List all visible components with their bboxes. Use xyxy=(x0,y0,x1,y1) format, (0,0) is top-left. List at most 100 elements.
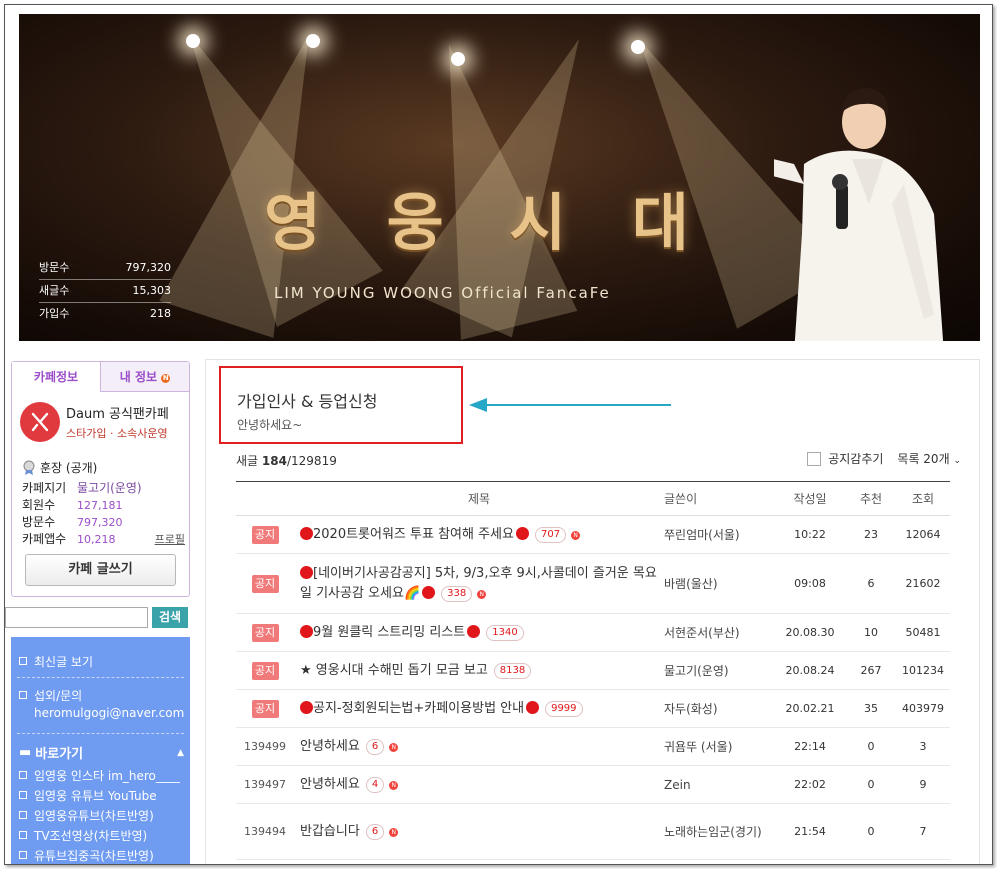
board-title: 가입인사 & 등업신청 xyxy=(237,392,378,411)
profile-link[interactable]: 프로필 xyxy=(155,531,185,548)
new-badge-icon: N xyxy=(571,530,581,540)
post-author[interactable]: 물고기(운영) xyxy=(664,651,774,690)
post-author[interactable]: 서현준서(부산) xyxy=(664,613,774,652)
board-panel: 가입인사 & 등업신청 안녕하세요~ 새글 184/129819 공지감추기 목… xyxy=(205,359,980,864)
post-number: 139494 xyxy=(236,803,294,860)
post-title-link[interactable]: 반갑습니다 xyxy=(300,824,360,839)
post-date: 20.02.21 xyxy=(774,689,846,728)
comment-count[interactable]: 1340 xyxy=(486,624,524,641)
menu-link[interactable]: TV조선영상(차트반영) xyxy=(19,827,147,844)
board-description: 안녕하세요~ xyxy=(237,418,303,432)
menu-link[interactable]: 임영웅유튜브(차트반영) xyxy=(19,807,154,824)
cafe-info-list: 카페지기 물고기(운영) 회원수 127,181 방문수 797,320 카페앱수 10… xyxy=(22,480,185,548)
post-recommend: 0 xyxy=(846,803,896,860)
notice-row[interactable]: 공지 9월 원클릭 스트리밍 리스트 1340 서현준서(부산) 20.08.30 10 5… xyxy=(236,613,950,652)
menu-square-icon xyxy=(19,811,27,819)
post-author[interactable]: 쭈린엄마(서울) xyxy=(664,515,774,554)
menu-square-icon xyxy=(19,851,27,859)
post-title-link[interactable]: 안녕하세요 xyxy=(300,777,360,792)
post-views: 21602 xyxy=(896,553,950,614)
cafe-banner: 영 웅 시 대 LIM YOUNG WOONG Official FancaFe… xyxy=(19,14,980,341)
post-title-link[interactable]: 9월 원클릭 스트리밍 리스트 xyxy=(313,625,465,640)
post-date: 20.08.24 xyxy=(774,651,846,690)
post-date: 22:14 xyxy=(774,727,846,766)
comment-count[interactable]: 9999 xyxy=(545,700,583,717)
stage-light-icon xyxy=(186,34,200,48)
post-views: 50481 xyxy=(896,613,950,652)
post-views: 101234 xyxy=(896,651,950,690)
notice-row[interactable]: 공지 [네이버기사공감공지] 5차, 9/3,오후 9시,사콜데이 즐거운 목요일… xyxy=(236,553,950,614)
post-recommend: 0 xyxy=(846,765,896,804)
post-author[interactable]: 바램(울산) xyxy=(664,553,774,614)
post-number: 139499 xyxy=(236,727,294,766)
post-count: 새글 184/129819 xyxy=(236,454,337,468)
menu-link[interactable]: 임영웅 인스타 im_hero____ xyxy=(19,767,180,784)
post-table: 제목 글쓴이 작성일 추천 조회 공지 2020트롯어워즈 투표 참여해 주세요 7… xyxy=(236,481,950,860)
screenshot-frame: 영 웅 시 대 LIM YOUNG WOONG Official FancaFe… xyxy=(4,4,993,865)
hide-notice-checkbox[interactable] xyxy=(807,451,822,466)
sidebar-menu: 최신글 보기 섭외/문의 heromulgogi@naver.com ▬ 바로가기 ▲… xyxy=(11,637,190,864)
post-date: 20.08.30 xyxy=(774,613,846,652)
table-row[interactable]: 139499 안녕하세요 6 N 귀욤뚜 (서울) 22:14 0 3 xyxy=(236,727,950,766)
post-author[interactable]: 귀욤뚜 (서울) xyxy=(664,727,774,766)
stat-row: 가입수 218 xyxy=(39,307,171,320)
comment-count[interactable]: 707 xyxy=(534,526,567,543)
table-row[interactable]: 139497 안녕하세요 4 N Zein 22:02 0 9 xyxy=(236,765,950,804)
table-row[interactable]: 139494 반갑습니다 6 N 노래하는임군(경기) 21:54 0 7 xyxy=(236,803,950,860)
post-number: 139497 xyxy=(236,765,294,804)
list-size-dropdown[interactable]: 목록 20개 ⌄ xyxy=(897,450,961,467)
post-title-link[interactable]: ★ 영웅시대 수해민 돕기 모금 보고 xyxy=(300,663,488,678)
post-recommend: 267 xyxy=(846,651,896,690)
post-views: 9 xyxy=(896,765,950,804)
post-title-link[interactable]: 2020트롯어워즈 투표 참여해 주세요 xyxy=(313,527,514,542)
shortcut-header[interactable]: ▬ 바로가기 ▲ xyxy=(19,743,184,762)
new-badge-icon: N xyxy=(161,374,171,383)
cafe-logo-icon xyxy=(20,402,60,442)
notice-badge: 공지 xyxy=(251,699,279,718)
cafe-subtitle[interactable]: 스타가입 · 소속사운영 xyxy=(66,425,169,441)
notice-row[interactable]: 공지 공지-정회원되는법+카페이용방법 안내 9999 자두(화성) 20.02.21 3… xyxy=(236,689,950,728)
red-circle-icon xyxy=(300,624,313,638)
tab-cafe-info[interactable]: 카페정보 xyxy=(12,362,100,392)
comment-count[interactable]: 8138 xyxy=(493,662,532,679)
notice-row[interactable]: 공지 ★ 영웅시대 수해민 돕기 모금 보고 8138 물고기(운영) 20.08.24… xyxy=(236,651,950,690)
cafe-name: Daum 공식팬카페 xyxy=(66,407,169,422)
post-title-link[interactable]: 안녕하세요 xyxy=(300,739,360,754)
cafe-identity: Daum 공식팬카페 스타가입 · 소속사운영 xyxy=(20,402,169,442)
red-circle-icon xyxy=(515,526,529,540)
post-title-link[interactable]: 공지-정회원되는법+카페이용방법 안내 xyxy=(313,701,524,716)
cafe-info-panel: 카페정보 내 정보 N Daum 공식팬카페 스타가입 · 소속사운영 훈장 (… xyxy=(11,361,190,597)
stat-row: 새글수 15,303 xyxy=(39,280,171,303)
write-post-button[interactable]: 카페 글쓰기 xyxy=(25,554,176,586)
menu-link[interactable]: 유튜브집중곡(차트반영) xyxy=(19,847,154,864)
new-badge-icon: N xyxy=(389,742,399,752)
comment-count[interactable]: 6 xyxy=(365,823,385,840)
menu-link[interactable]: 임영웅 유튜브 YouTube xyxy=(19,787,157,804)
menu-item-recent[interactable]: 최신글 보기 xyxy=(19,653,93,670)
menu-square-icon xyxy=(19,791,27,799)
col-date: 작성일 xyxy=(774,481,846,516)
comment-count[interactable]: 6 xyxy=(365,738,385,755)
search-button[interactable]: 검색 xyxy=(152,607,188,628)
notice-badge: 공지 xyxy=(251,661,279,680)
hide-notice-label[interactable]: 공지감추기 xyxy=(828,450,883,467)
banner-subtitle: LIM YOUNG WOONG Official FancaFe xyxy=(274,284,611,302)
post-author[interactable]: 노래하는임군(경기) xyxy=(664,803,774,860)
dash-icon: ▬ xyxy=(19,745,32,760)
notice-row[interactable]: 공지 2020트롯어워즈 투표 참여해 주세요 707 N 쭈린엄마(서울) 10:22 2… xyxy=(236,515,950,554)
post-author[interactable]: Zein xyxy=(664,765,774,804)
post-recommend: 10 xyxy=(846,613,896,652)
red-circle-icon xyxy=(422,585,436,599)
menu-square-icon xyxy=(19,657,27,665)
new-badge-icon: N xyxy=(389,780,399,790)
red-circle-icon xyxy=(526,700,540,714)
post-recommend: 6 xyxy=(846,553,896,614)
stat-row: 방문수 797,320 xyxy=(39,257,171,280)
post-author[interactable]: 자두(화성) xyxy=(664,689,774,728)
comment-count[interactable]: 4 xyxy=(365,776,385,793)
tab-my-info[interactable]: 내 정보 N xyxy=(100,362,189,392)
menu-item-contact[interactable]: 섭외/문의 heromulgogi@naver.com xyxy=(19,687,184,720)
search-input[interactable] xyxy=(5,607,148,628)
info-row: 방문수 797,320 xyxy=(22,515,123,529)
comment-count[interactable]: 338 xyxy=(441,585,473,602)
